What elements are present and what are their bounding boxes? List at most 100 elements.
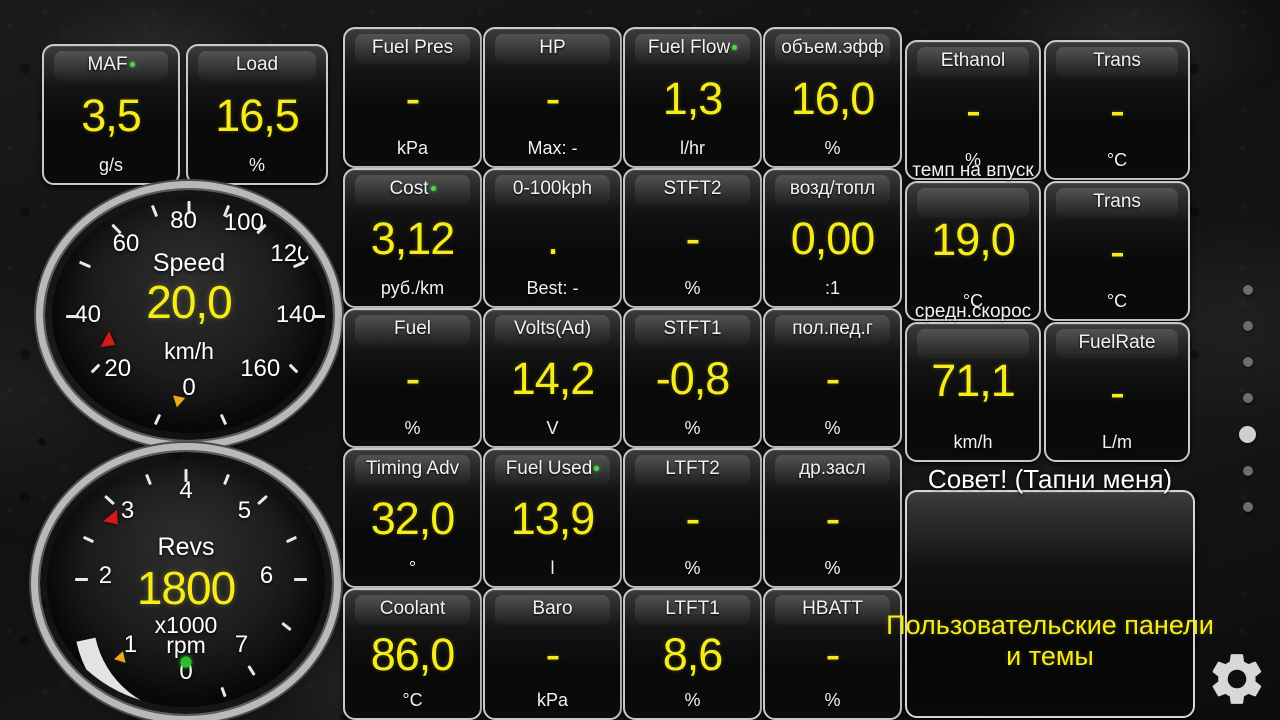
page-dot[interactable]	[1242, 321, 1253, 331]
tile-label: средн.скорос	[914, 301, 1032, 322]
tile-объем-эфф[interactable]: объем.эфф 16,0%	[763, 27, 902, 168]
tile-trans[interactable]: Trans - °C	[1044, 40, 1190, 180]
tick-5: 5	[237, 497, 252, 525]
tile-value: 19,0	[931, 214, 1016, 265]
tile-средн-скорос[interactable]: средн.скорос 71,1 km/h	[905, 302, 1041, 462]
tile-темп-на-впуск[interactable]: темп на впуск 19,0 °C	[905, 161, 1041, 321]
tile-baro[interactable]: Baro - kPa	[483, 588, 622, 720]
tile-fuel-used[interactable]: Fuel Used 13,9 l	[483, 448, 622, 588]
tile-label: LTFT2	[665, 458, 720, 479]
tile-value: -0,8	[655, 353, 731, 404]
tick-mark	[257, 494, 269, 505]
tile-unit: %	[684, 418, 701, 438]
tick-80: 80	[170, 206, 197, 234]
tile-timing-adv[interactable]: Timing Adv 32,0 °	[343, 448, 482, 588]
tile-unit: g/s	[98, 155, 123, 175]
page-dot[interactable]	[1242, 285, 1253, 295]
tile-label: Load	[235, 54, 279, 75]
tile-value: -	[1110, 367, 1125, 418]
tile-value: -	[1110, 85, 1125, 136]
speed-needle-icon	[170, 395, 186, 409]
settings-button[interactable]	[1206, 648, 1268, 710]
page-dot[interactable]	[1242, 502, 1253, 512]
tile-value: 0,00	[790, 213, 876, 264]
tile-label: Coolant	[379, 598, 446, 619]
tile-value: 16,0	[790, 72, 876, 124]
tile-value: -	[966, 85, 981, 136]
tile-value: 71,1	[931, 355, 1016, 406]
tile-ltft1[interactable]: LTFT1 8,6%	[623, 588, 762, 720]
tile-ltft2[interactable]: LTFT2 -%	[623, 448, 762, 588]
tick-mark	[220, 686, 227, 698]
tile-label: темп на впуск	[912, 160, 1034, 181]
tile-value: .	[546, 213, 560, 264]
tile-load[interactable]: Load 16,5 %	[186, 44, 328, 185]
shift-indicator-icon	[180, 656, 192, 668]
tile-cost[interactable]: Cost 3,12 руб./km	[343, 168, 482, 308]
tile-label: 0-100kph	[512, 178, 593, 199]
tile-value: -	[825, 629, 841, 680]
tile-др-засл[interactable]: др.засл -%	[763, 448, 902, 588]
tile-unit: V	[546, 418, 559, 438]
gauge-unit: km/h	[164, 337, 214, 364]
tile-label: STFT1	[663, 318, 722, 339]
tile-value: 1,3	[662, 72, 724, 124]
tick-mark	[153, 413, 162, 426]
tile-value: 86,0	[370, 629, 456, 680]
page-dot[interactable]	[1242, 393, 1253, 403]
tick-mark	[222, 473, 230, 486]
tile-unit: °	[408, 558, 417, 578]
gauge-title: Revs	[157, 533, 215, 562]
page-dot[interactable]	[1242, 466, 1253, 476]
gauge-unit-rpm: rpm	[166, 631, 206, 658]
tile-unit: °C	[402, 690, 423, 710]
tile-value: -	[825, 353, 841, 404]
tile-fuel-flow[interactable]: Fuel Flow 1,3 l/hr	[623, 27, 762, 168]
tile-unit: l	[550, 558, 555, 578]
tile-возд-топл[interactable]: возд/топл 0,00:1	[763, 168, 902, 308]
tick-mark	[219, 413, 228, 426]
tile-hbatt[interactable]: HBATT -%	[763, 588, 902, 720]
tick-mark	[184, 468, 188, 482]
tile-unit: %	[684, 690, 701, 710]
fresh-dot-icon	[129, 62, 135, 68]
tile-0-100kph[interactable]: 0-100kph. Best: -	[483, 168, 622, 308]
tile-unit: km/h	[953, 432, 993, 452]
tile-stft1[interactable]: STFT1 -0,8%	[623, 308, 762, 448]
tile-value: -	[825, 493, 841, 544]
page-dot[interactable]	[1239, 426, 1256, 443]
tile-unit: kPa	[536, 690, 569, 710]
tile-fuel-pres[interactable]: Fuel Pres - kPa	[343, 27, 482, 168]
tile-label: Fuel Pres	[371, 37, 454, 58]
page-dot[interactable]	[1242, 357, 1253, 367]
tile-value: -	[1110, 226, 1125, 277]
tile-maf[interactable]: MAF 3,5 g/s	[42, 44, 180, 185]
tile-unit: Max: -	[527, 138, 578, 158]
page-indicator[interactable]	[1239, 272, 1256, 525]
tile-hp[interactable]: HP - Max: -	[483, 27, 622, 168]
gauge-speed[interactable]: 80 100 60 120 40 140 20 160 0 Speed 20,0…	[45, 190, 333, 440]
tick-3: 3	[120, 497, 135, 525]
tile-unit: %	[248, 155, 265, 175]
speed-gauge-face: 80 100 60 120 40 140 20 160 0 Speed 20,0…	[52, 197, 326, 433]
gauge-revs[interactable]: 4 3 5 2 6 1 7 0 Revs 1800 x1000 rpm	[40, 452, 332, 714]
tile-trans[interactable]: Trans - °C	[1044, 181, 1190, 321]
tile-unit: руб./km	[380, 278, 445, 298]
tile-пол-пед-г[interactable]: пол.пед.г -%	[763, 308, 902, 448]
tile-value: 3,12	[370, 213, 456, 264]
tip-panel[interactable]: Совет! (Тапни меня) Пользовательские пан…	[886, 464, 1214, 718]
tile-stft2[interactable]: STFT2 -%	[623, 168, 762, 308]
tile-volts-ad[interactable]: Volts(Ad) 14,2 V	[483, 308, 622, 448]
gear-icon[interactable]	[1206, 648, 1268, 710]
tile-label: STFT2	[663, 178, 722, 199]
tile-coolant[interactable]: Coolant 86,0 °C	[343, 588, 482, 720]
tile-label: Ethanol	[940, 50, 1006, 71]
tile-unit: °C	[1106, 150, 1128, 170]
tile-unit: L/m	[1101, 432, 1132, 452]
tile-fuelrate[interactable]: FuelRate - L/m	[1044, 322, 1190, 462]
tile-ethanol[interactable]: Ethanol -%	[905, 40, 1041, 180]
tile-fuel[interactable]: Fuel -%	[343, 308, 482, 448]
tick-mark	[90, 363, 101, 374]
tile-label: Cost	[345, 170, 480, 198]
tile-unit: %	[824, 138, 841, 158]
